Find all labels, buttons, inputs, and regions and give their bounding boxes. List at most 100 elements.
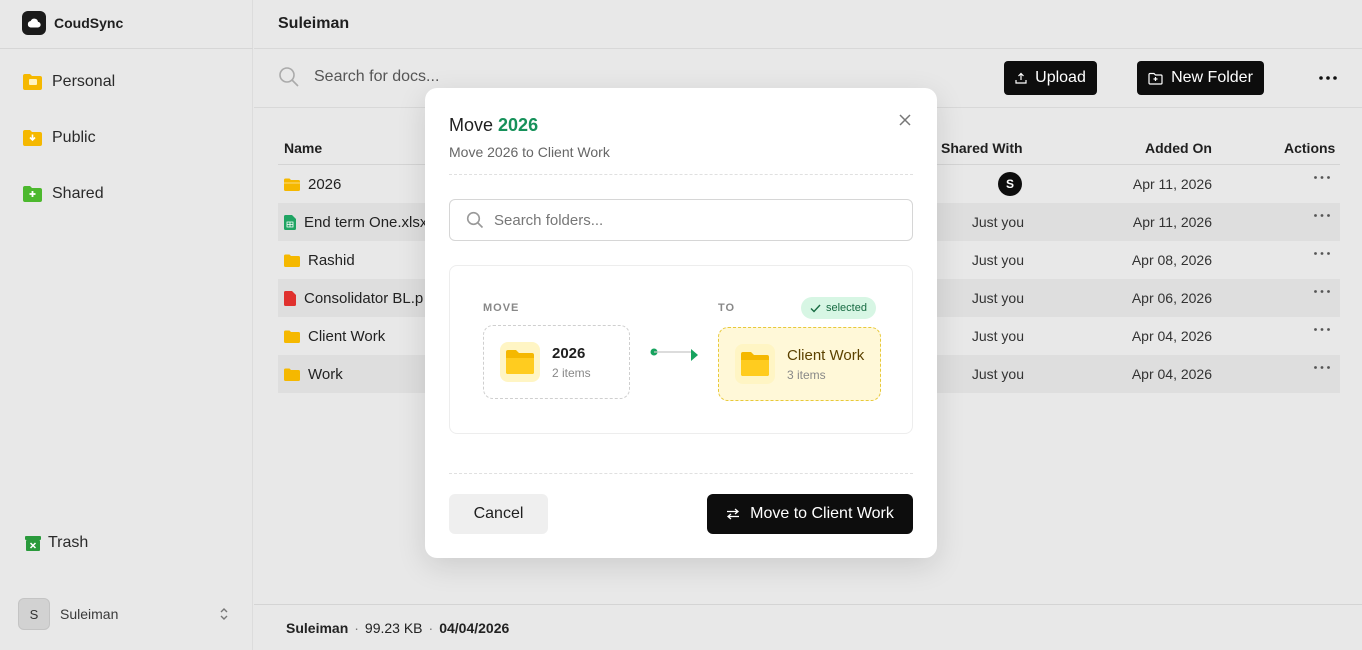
destination-folder-name: Client Work [787, 346, 865, 364]
source-folder-meta: 2 items [552, 365, 591, 380]
column-header-shared[interactable]: Shared With [941, 140, 1023, 156]
added-date: Apr 08, 2026 [1131, 252, 1212, 268]
spreadsheet-file-icon [284, 214, 296, 230]
folder-personal-icon [23, 74, 42, 90]
sidebar-item-shared[interactable]: Shared [22, 182, 104, 206]
move-confirm-label: Move to Client Work [750, 505, 894, 522]
sidebar-item-personal[interactable]: Personal [22, 70, 115, 94]
check-icon [810, 304, 821, 313]
footer-size: 99.23 KB [364, 620, 423, 636]
sidebar-item-public[interactable]: Public [22, 126, 96, 150]
swap-icon [727, 508, 740, 520]
divider [254, 48, 1362, 49]
brand[interactable]: CoudSync [22, 10, 123, 36]
selected-badge-label: selected [826, 302, 867, 314]
source-folder-name: 2026 [552, 344, 586, 362]
search-input[interactable]: Search for docs... [314, 68, 439, 86]
footer-date: 04/04/2026 [439, 620, 510, 636]
folder-shared-icon [23, 186, 42, 202]
folder-icon [284, 330, 300, 343]
divider [449, 174, 913, 175]
folder-icon [284, 254, 300, 267]
file-name: Client Work [308, 327, 386, 345]
folder-public-icon [23, 130, 42, 146]
row-actions-icon[interactable] [1312, 245, 1332, 261]
file-name: Work [308, 365, 343, 383]
cloud-icon [22, 11, 46, 35]
added-date: Apr 11, 2026 [1132, 214, 1212, 230]
shared-avatar: S [998, 172, 1022, 196]
sidebar: CoudSync Personal Public Shared Trash S … [0, 0, 253, 650]
search-bar[interactable]: Search for docs... [278, 66, 439, 88]
close-icon[interactable] [897, 112, 913, 128]
arrow-right-icon [650, 348, 698, 361]
sidebar-item-label: Shared [52, 185, 104, 202]
row-actions-icon[interactable] [1312, 359, 1332, 375]
sidebar-item-label: Public [52, 129, 96, 146]
cancel-button[interactable]: Cancel [449, 494, 548, 534]
upload-button[interactable]: Upload [1004, 61, 1097, 95]
row-actions-icon[interactable] [1312, 321, 1332, 337]
avatar: S [18, 598, 50, 630]
to-label: TO [718, 302, 736, 314]
dialog-subtitle: Move 2026 to Client Work [449, 144, 610, 160]
column-header-actions: Actions [1284, 140, 1336, 156]
folder-plus-icon [1148, 72, 1163, 85]
dialog-title-item: 2026 [498, 115, 539, 135]
file-name: Consolidator BL.p [304, 289, 424, 307]
user-menu[interactable]: S Suleiman [18, 598, 230, 630]
upload-label: Upload [1035, 69, 1086, 86]
footer-owner: Suleiman [286, 620, 349, 636]
move-confirm-button[interactable]: Move to Client Work [707, 494, 913, 534]
trash-icon [25, 536, 41, 551]
page-title: Suleiman [278, 15, 350, 32]
more-options-icon[interactable] [1318, 68, 1338, 88]
row-actions-icon[interactable] [1312, 169, 1332, 185]
column-header-name[interactable]: Name [284, 140, 322, 156]
folder-search-input[interactable]: Search folders... [449, 199, 913, 241]
added-date: Apr 04, 2026 [1131, 328, 1212, 344]
folder-icon [735, 344, 775, 384]
sidebar-item-trash[interactable]: Trash [24, 531, 88, 555]
added-date: Apr 11, 2026 [1132, 176, 1212, 192]
column-header-added[interactable]: Added On [1145, 140, 1212, 156]
folder-icon [284, 178, 300, 191]
divider [254, 604, 1362, 605]
pdf-file-icon [284, 290, 296, 306]
sidebar-item-label: Personal [52, 73, 116, 90]
trash-label: Trash [48, 534, 89, 551]
user-name: Suleiman [60, 606, 119, 622]
dialog-title-prefix: Move [449, 115, 499, 135]
shared-with: Just you [971, 366, 1024, 382]
added-date: Apr 06, 2026 [1131, 290, 1212, 306]
search-icon [279, 67, 299, 87]
separator-dot: · [354, 620, 359, 636]
shared-with: Just you [971, 252, 1024, 268]
source-folder-card: 2026 2 items [483, 325, 630, 399]
move-label: MOVE [483, 302, 520, 314]
search-icon [466, 211, 484, 229]
dialog-title: Move 2026 [449, 115, 538, 136]
shared-with: Just you [971, 214, 1024, 230]
destination-folder-card[interactable]: Client Work 3 items [718, 327, 881, 401]
folder-search-placeholder: Search folders... [494, 211, 604, 229]
new-folder-button[interactable]: New Folder [1137, 61, 1264, 95]
divider [449, 473, 913, 474]
status-bar: Suleiman · 99.23 KB · 04/04/2026 [286, 620, 509, 636]
added-date: Apr 04, 2026 [1131, 366, 1212, 382]
divider [0, 48, 253, 49]
upload-icon [1015, 72, 1027, 84]
file-name: Rashid [308, 251, 355, 269]
app-name: CoudSync [54, 15, 124, 31]
row-actions-icon[interactable] [1312, 283, 1332, 299]
selected-badge: selected [801, 297, 876, 319]
move-dialog: Move 2026 Move 2026 to Client Work Searc… [425, 88, 937, 558]
folder-icon [284, 368, 300, 381]
file-name: End term One.xlsx [304, 213, 428, 231]
shared-with: Just you [971, 290, 1024, 306]
separator-dot: · [428, 620, 434, 636]
destination-folder-meta: 3 items [787, 367, 826, 382]
chevron-up-down-icon [220, 608, 228, 620]
row-actions-icon[interactable] [1312, 207, 1332, 223]
folder-icon [500, 342, 540, 382]
